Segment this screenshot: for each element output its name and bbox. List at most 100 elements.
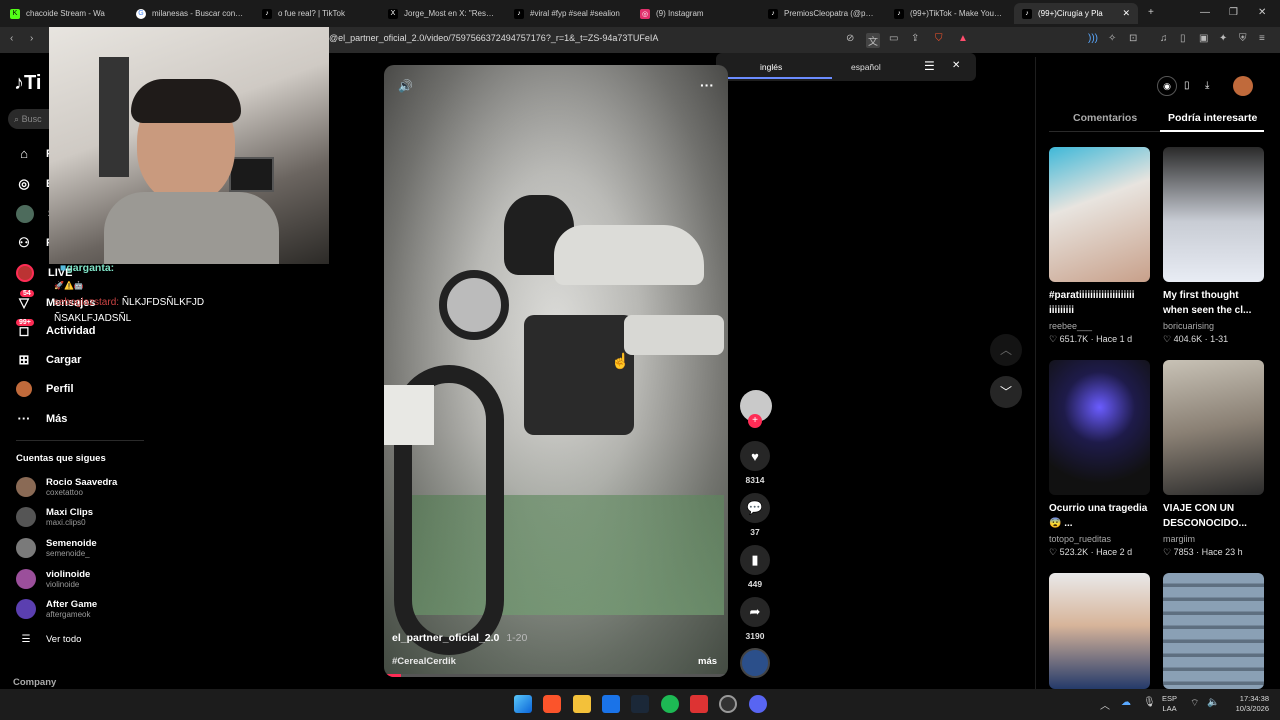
follow-plus-icon[interactable]: + bbox=[748, 414, 762, 428]
screenshot-icon[interactable]: ⊡ bbox=[1129, 33, 1137, 44]
maximize-icon[interactable]: ❐ bbox=[1229, 7, 1238, 18]
tray-chevron-icon[interactable]: ︿ bbox=[1100, 697, 1110, 712]
nav-more[interactable]: ··· Más bbox=[16, 411, 68, 426]
language-indicator[interactable]: ESP LAA bbox=[1162, 694, 1177, 714]
comment-icon: 💬 bbox=[740, 493, 770, 523]
browser-tab-tiktok[interactable]: ♪ (99+)TikTok - Make Your D bbox=[886, 3, 1010, 24]
back-icon[interactable]: ‹ bbox=[10, 33, 13, 44]
nav-home[interactable]: ⌂P bbox=[16, 146, 53, 161]
suggested-video-card[interactable]: My first thought when seen the cl... bor… bbox=[1163, 147, 1264, 345]
wifi-icon[interactable]: ⌔ bbox=[1190, 697, 1199, 710]
translate-icon[interactable]: 文 bbox=[866, 33, 880, 48]
minimize-icon[interactable]: — bbox=[1200, 7, 1210, 18]
device-icon[interactable]: ▯ bbox=[1184, 80, 1190, 91]
instagram-icon: ◎ bbox=[640, 8, 650, 19]
share-button[interactable]: ➦ 3190 bbox=[740, 597, 770, 641]
avatar bbox=[16, 569, 36, 589]
recorder-icon[interactable] bbox=[690, 695, 708, 713]
browser-tab-tiktok[interactable]: ♪ PremiosCleopatra (@prem bbox=[760, 3, 884, 24]
brave-shields-icon[interactable]: ⛉ bbox=[935, 33, 943, 44]
video-author[interactable]: el_partner_oficial_2.0 bbox=[392, 632, 499, 644]
translate-close-icon[interactable]: ✕ bbox=[952, 60, 960, 71]
next-video-button[interactable]: ﹀ bbox=[990, 376, 1022, 408]
forward-icon[interactable]: › bbox=[30, 33, 33, 44]
video-more-link[interactable]: más bbox=[698, 656, 717, 667]
windows-start-icon[interactable] bbox=[514, 695, 532, 713]
browser-tab-tiktok[interactable]: ♪ #viral #fyp #seal #sealion bbox=[506, 3, 630, 24]
tab-comments[interactable]: Comentarios bbox=[1073, 112, 1137, 124]
video-thumbnail bbox=[1163, 147, 1264, 282]
suggested-video-card[interactable]: Ocurrio una tragedia😨 ... totopo_ruedita… bbox=[1049, 360, 1150, 558]
following-item[interactable]: Maxi Clips maxi.clips0 bbox=[16, 507, 93, 527]
nav-explore[interactable]: ◎E bbox=[16, 176, 53, 192]
nav-upload[interactable]: ⊞ Cargar bbox=[16, 352, 82, 368]
following-item[interactable]: After Game aftergameok bbox=[16, 599, 97, 619]
cast-icon[interactable]: ▭ bbox=[889, 33, 898, 44]
brave-rewards-icon[interactable]: ▲ bbox=[958, 33, 968, 44]
close-tab-icon[interactable]: ✕ bbox=[1122, 8, 1130, 19]
bing-icon[interactable] bbox=[602, 695, 620, 713]
creator-avatar-button[interactable]: + bbox=[740, 390, 772, 428]
suggested-video-card[interactable]: VIAJE CON UN DESCONOCIDO... margiim ♡ 78… bbox=[1163, 360, 1264, 558]
mic-icon[interactable]: 🎙 bbox=[1143, 697, 1156, 708]
save-button[interactable]: ▮ 449 bbox=[740, 545, 770, 589]
following-item[interactable]: Semenoide semenoide_ bbox=[16, 538, 97, 558]
browser-tab-active[interactable]: ♪ (99+)Cirugía y Pla ✕ bbox=[1014, 3, 1138, 24]
mute-site-icon[interactable]: ⊘ bbox=[846, 33, 854, 44]
audio-icon[interactable]: ))) bbox=[1088, 33, 1098, 44]
comment-button[interactable]: 💬 37 bbox=[740, 493, 770, 537]
following-item[interactable]: violinoide violinoide bbox=[16, 569, 90, 589]
tab-suggested[interactable]: Podría interesarte bbox=[1168, 112, 1257, 124]
browser-tab-kick[interactable]: K chacoide Stream - Wa bbox=[2, 3, 126, 24]
steam-icon[interactable] bbox=[631, 695, 649, 713]
video-player[interactable]: 🔊 ··· el_partner_oficial_2.0 1-20 #Cerea… bbox=[384, 65, 728, 677]
video-more-icon[interactable]: ··· bbox=[700, 77, 714, 93]
suggested-video-card[interactable] bbox=[1049, 573, 1150, 689]
video-hashtag[interactable]: #CerealCerdik bbox=[392, 656, 456, 667]
coin-icon[interactable]: ◉ bbox=[1157, 76, 1177, 96]
nav-profile[interactable]: Perfil bbox=[16, 381, 74, 397]
see-all-link[interactable]: ☰ Ver todo bbox=[16, 634, 82, 645]
sidebar-icon[interactable]: ▯ bbox=[1180, 33, 1186, 44]
suggested-video-card[interactable]: #paratiiiiiiiiiiiiiiiiiiii iiiiiiiii ree… bbox=[1049, 147, 1150, 345]
spotify-icon[interactable] bbox=[661, 695, 679, 713]
clock[interactable]: 17:34:38 10/3/2026 bbox=[1229, 694, 1269, 714]
speaker-icon[interactable]: 🔈 bbox=[1207, 697, 1219, 708]
nav-friends[interactable]: ⚇F bbox=[16, 235, 53, 251]
obs-icon[interactable] bbox=[719, 695, 737, 713]
cloud-icon[interactable]: ☁ bbox=[1121, 697, 1131, 708]
following-item[interactable]: Rocio Saavedra coxetattoo bbox=[16, 477, 117, 497]
wallet-icon[interactable]: ▣ bbox=[1199, 33, 1208, 44]
browser-tab-x[interactable]: X Jorge_Most en X: "Resume bbox=[380, 3, 504, 24]
download-icon[interactable]: ⤓ bbox=[1205, 80, 1209, 91]
close-window-icon[interactable]: ✕ bbox=[1258, 7, 1266, 18]
url-field[interactable]: @el_partner_oficial_2.0/video/7597566372… bbox=[329, 33, 658, 43]
browser-tab-tiktok[interactable]: ♪ o fue real? | TikTok bbox=[254, 3, 378, 24]
profile-avatar[interactable] bbox=[1233, 76, 1253, 96]
new-tab-icon[interactable]: + bbox=[1148, 7, 1154, 18]
video-progress-track[interactable] bbox=[384, 674, 728, 677]
search-input[interactable]: ⌕ Busc bbox=[8, 109, 53, 129]
previous-video-button[interactable]: ︿ bbox=[990, 334, 1022, 366]
brave-browser-icon[interactable] bbox=[543, 695, 561, 713]
sound-disc-icon[interactable] bbox=[740, 648, 770, 678]
webcam-background-object bbox=[99, 57, 129, 177]
music-icon[interactable]: ♫ bbox=[1160, 33, 1168, 44]
suggested-video-card[interactable] bbox=[1163, 573, 1264, 689]
browser-tab-google[interactable]: G milanesas - Buscar con Go bbox=[128, 3, 252, 24]
company-link[interactable]: Company bbox=[13, 677, 56, 688]
menu-icon[interactable]: ≡ bbox=[1259, 33, 1265, 44]
vpn-icon[interactable]: ⛨ bbox=[1239, 33, 1247, 44]
file-explorer-icon[interactable] bbox=[573, 695, 591, 713]
like-button[interactable]: ♥ 8314 bbox=[740, 441, 770, 485]
extensions-icon[interactable]: ✧ bbox=[1108, 33, 1116, 44]
share-icon[interactable]: ⇪ bbox=[911, 33, 919, 44]
leo-icon[interactable]: ✦ bbox=[1219, 33, 1227, 44]
translate-source-lang[interactable]: inglés bbox=[760, 62, 782, 72]
browser-tab-instagram[interactable]: ◎ (9) Instagram bbox=[632, 3, 756, 24]
volume-icon[interactable]: 🔊 bbox=[398, 79, 413, 93]
app-icon[interactable] bbox=[749, 695, 767, 713]
tiktok-logo[interactable]: ♪Ti bbox=[14, 72, 41, 95]
translate-options-icon[interactable]: ☰ bbox=[924, 59, 935, 73]
translate-target-lang[interactable]: español bbox=[851, 62, 881, 72]
